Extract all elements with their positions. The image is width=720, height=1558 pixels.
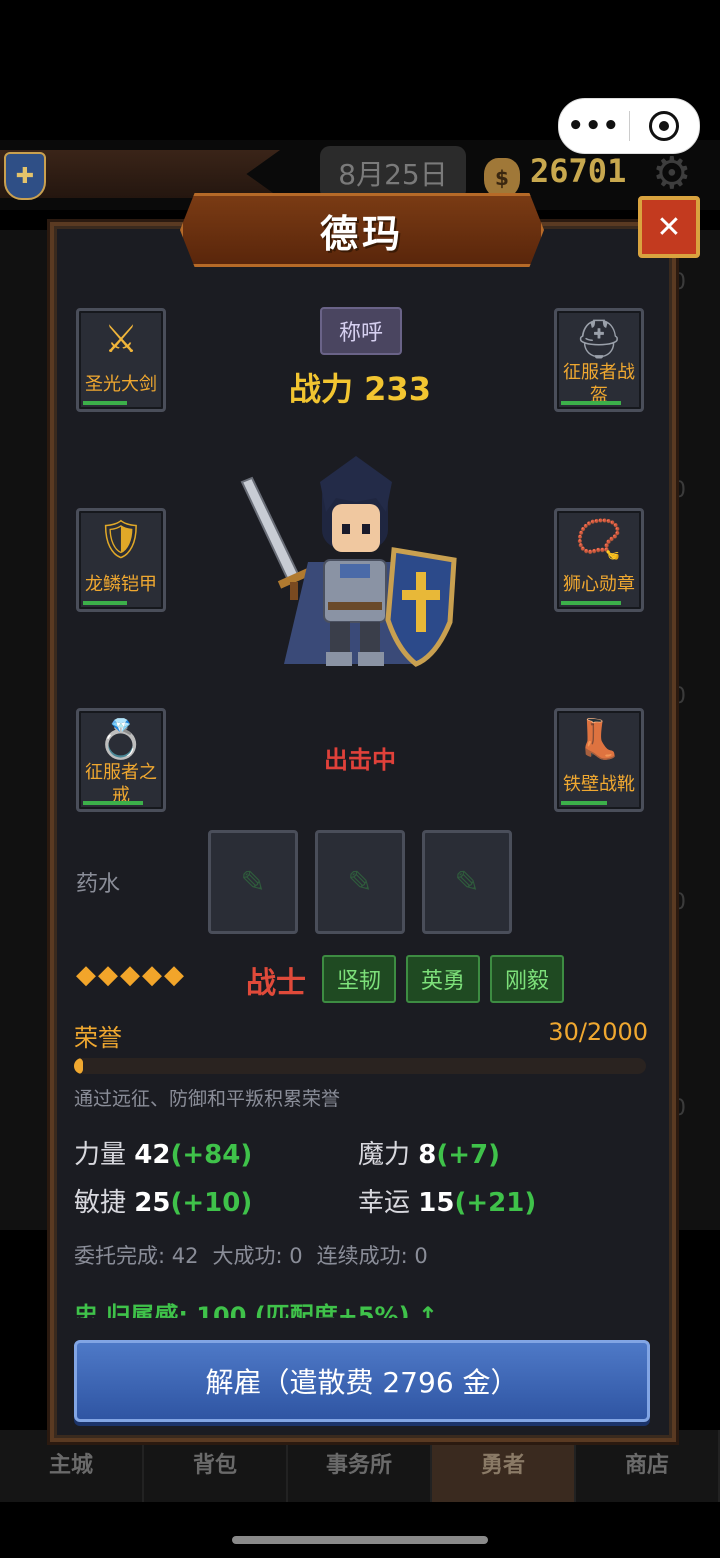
- stat-label: 魔力: [358, 1140, 411, 1170]
- settings-gear-icon[interactable]: ⚙: [652, 150, 691, 198]
- durability-bar: [561, 401, 621, 405]
- medal-icon: 📿: [575, 517, 623, 561]
- equip-slot-weapon[interactable]: ⚔ 圣光大剑: [76, 308, 166, 412]
- boots-icon: 👢: [575, 717, 623, 761]
- nickname-button[interactable]: 称呼: [320, 307, 402, 355]
- durability-bar: [561, 801, 607, 805]
- stat-value: 25: [134, 1188, 171, 1218]
- stat-label: 幸运: [358, 1188, 411, 1218]
- stat-value: 8: [418, 1140, 437, 1170]
- equip-label: 龙鳞铠甲: [85, 574, 157, 595]
- honor-progress-fill: [74, 1058, 83, 1074]
- honor-value: 30/2000: [548, 1018, 648, 1046]
- durability-bar: [83, 601, 127, 605]
- potion-vial-icon: ✎: [454, 864, 480, 900]
- more-menu-icon[interactable]: •••: [559, 111, 629, 141]
- guild-shield-icon[interactable]: ✚: [4, 152, 46, 200]
- stat-label: 力量: [74, 1140, 127, 1170]
- trait-tag[interactable]: 刚毅: [490, 955, 564, 1003]
- potion-slot[interactable]: ✎: [208, 830, 298, 934]
- potion-label: 药水: [76, 872, 121, 897]
- background-panel-right: [670, 230, 720, 1230]
- stat-strength: 力量 42(+84): [74, 1134, 252, 1171]
- background-panel-left: [0, 230, 52, 1230]
- gold-bag-icon: $: [484, 158, 520, 198]
- quest-streak: 连续成功: 0: [316, 1244, 428, 1268]
- close-miniprogram-button[interactable]: [630, 111, 700, 141]
- honor-progress-bar: [74, 1058, 646, 1074]
- sword-icon: ⚔: [103, 317, 139, 361]
- game-date: 8月25日: [320, 146, 466, 200]
- stat-value: 15: [418, 1188, 455, 1218]
- potion-slot[interactable]: ✎: [315, 830, 405, 934]
- potion-vial-icon: ✎: [347, 864, 373, 900]
- trait-tag[interactable]: 坚韧: [322, 955, 396, 1003]
- stat-label: 敏捷: [74, 1188, 127, 1218]
- stat-luck: 幸运 15(+21): [358, 1182, 536, 1219]
- honor-label: 荣誉: [74, 1024, 122, 1052]
- equip-slot-ring[interactable]: 💍 征服者之戒: [76, 708, 166, 812]
- stat-agility: 敏捷 25(+10): [74, 1182, 252, 1219]
- stat-bonus: (+10): [170, 1188, 253, 1218]
- equip-slot-armor[interactable]: 🛡 龙鳞铠甲: [76, 508, 166, 612]
- dismiss-hero-button[interactable]: 解雇（遣散费 2796 金）: [74, 1340, 650, 1422]
- hero-class: 战士: [246, 966, 306, 1001]
- gold-amount: 26701: [530, 152, 627, 190]
- combat-power: 战力 233: [289, 370, 431, 408]
- durability-bar: [83, 801, 143, 805]
- equip-label: 圣光大剑: [85, 374, 157, 395]
- stat-bonus: (+21): [454, 1188, 537, 1218]
- armor-icon: 🛡: [96, 517, 146, 561]
- helmet-icon: ⛑: [574, 317, 624, 361]
- dialog-title-plate: 德玛: [180, 193, 544, 267]
- stat-value: 42: [134, 1140, 171, 1170]
- quest-great-success: 大成功: 0: [212, 1244, 303, 1268]
- stat-magic: 魔力 8(+7): [358, 1134, 500, 1171]
- quest-done: 委托完成: 42: [74, 1244, 199, 1268]
- hero-portrait: [240, 456, 457, 667]
- potion-vial-icon: ✎: [240, 864, 266, 900]
- equip-slot-medal[interactable]: 📿 狮心勋章: [554, 508, 644, 612]
- stat-bonus: (+7): [436, 1140, 501, 1170]
- potion-slot[interactable]: ✎: [422, 830, 512, 934]
- stat-bonus: (+84): [170, 1140, 253, 1170]
- quest-summary: 委托完成: 42 大成功: 0 连续成功: 0: [74, 1240, 442, 1270]
- miniprogram-capsule: •••: [558, 98, 700, 154]
- honor-description: 通过远征、防御和平叛积累荣誉: [74, 1088, 341, 1110]
- ring-icon: 💍: [97, 717, 145, 761]
- durability-bar: [561, 601, 621, 605]
- equip-label: 狮心勋章: [563, 574, 635, 595]
- trait-tag[interactable]: 英勇: [406, 955, 480, 1003]
- equip-slot-helmet[interactable]: ⛑ 征服者战盔: [554, 308, 644, 412]
- home-indicator[interactable]: [232, 1536, 488, 1544]
- equip-label: 铁壁战靴: [563, 774, 635, 795]
- close-button[interactable]: ✕: [638, 196, 700, 258]
- durability-bar: [83, 401, 127, 405]
- loyalty-line: 忠 归属感: 100 (匹配度+5%) ↑: [74, 1302, 439, 1318]
- hero-status: 出击中: [324, 746, 396, 774]
- record-icon: [649, 111, 680, 141]
- equip-slot-boots[interactable]: 👢 铁壁战靴: [554, 708, 644, 812]
- hero-name: 德玛: [319, 211, 404, 256]
- star-rating: ◆◆◆◆◆: [76, 960, 186, 990]
